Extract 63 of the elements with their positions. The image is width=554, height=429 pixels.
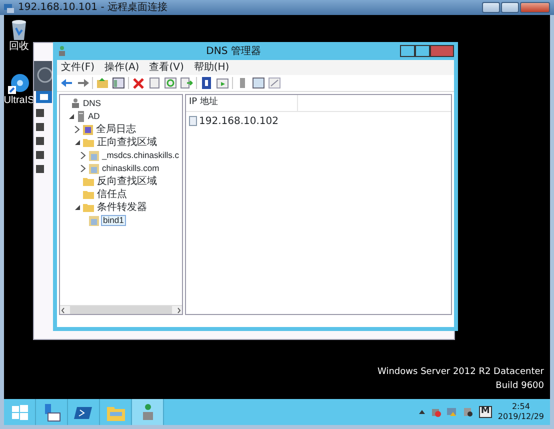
tree-item[interactable]: DNS — [82, 98, 102, 108]
os-version-text: Build 9600 — [496, 380, 544, 392]
clock[interactable]: 2:54 2019/12/29 — [498, 402, 544, 422]
input-method-indicator[interactable]: M — [478, 406, 492, 418]
dashboard-icon — [36, 91, 52, 103]
menu-item[interactable]: 帮助(H) — [194, 62, 230, 73]
minimize-button[interactable] — [400, 45, 415, 57]
dns-icon — [71, 98, 80, 109]
show-hidden-icon[interactable] — [418, 409, 425, 415]
windows-logo-icon — [10, 402, 30, 422]
tree-item[interactable]: _msdcs.chinaskills.c — [101, 150, 180, 160]
tree-item[interactable]: chinaskills.com — [101, 164, 160, 174]
maximize-button[interactable] — [415, 45, 430, 57]
window-title: DNS 管理器 — [206, 44, 261, 58]
icon-label: UltraIS — [4, 95, 34, 106]
tree-item[interactable]: 正向查找区域 — [96, 137, 158, 148]
tree-item[interactable]: 条件转发器 — [96, 202, 148, 213]
recycle-bin-icon — [9, 19, 29, 41]
tree-item[interactable]: bind1 — [101, 214, 126, 226]
menu-item[interactable]: 文件(F) — [61, 62, 95, 73]
server-icon — [77, 111, 85, 122]
clock-time: 2:54 — [512, 402, 530, 412]
record-icon — [189, 116, 197, 126]
clock-date: 2019/12/29 — [498, 412, 544, 422]
minimize-button[interactable] — [482, 2, 500, 13]
collapse-arrow-icon[interactable] — [74, 204, 81, 211]
icon-label: 回收 — [9, 41, 29, 52]
folder-icon — [83, 190, 94, 199]
folder-icon — [83, 177, 94, 186]
column-header[interactable]: IP 地址 — [186, 95, 298, 110]
zone-icon — [89, 216, 99, 226]
delete-icon[interactable] — [132, 77, 145, 89]
window-title: 192.168.10.101 - 远程桌面连接 — [18, 2, 168, 12]
forward-icon[interactable] — [76, 77, 89, 89]
tree-item[interactable]: 信任点 — [96, 189, 128, 200]
scroll-right-icon[interactable] — [176, 306, 182, 314]
tree-item[interactable]: 反向查找区域 — [96, 176, 158, 187]
horizontal-scrollbar[interactable] — [60, 305, 182, 314]
view-icon[interactable] — [216, 77, 229, 89]
maximize-button[interactable] — [501, 2, 519, 13]
scroll-left-icon[interactable] — [60, 306, 66, 314]
help-icon[interactable] — [200, 77, 213, 89]
menu-item[interactable]: 查看(V) — [149, 62, 184, 73]
menu-item[interactable]: 操作(A) — [104, 62, 140, 73]
os-version-text: Windows Server 2012 R2 Datacenter — [378, 366, 544, 379]
folder-icon — [83, 203, 94, 212]
log-icon — [83, 124, 93, 134]
folder-icon — [83, 138, 94, 147]
console-tree-icon[interactable] — [112, 77, 125, 89]
export-icon[interactable] — [180, 77, 193, 89]
tree-item[interactable]: AD — [87, 112, 101, 122]
close-button[interactable] — [520, 2, 550, 13]
dns-icon — [57, 45, 67, 57]
up-folder-icon[interactable] — [96, 77, 109, 89]
remote-desktop-icon — [4, 2, 14, 12]
collapse-arrow-icon[interactable] — [74, 139, 81, 146]
close-button[interactable] — [430, 45, 454, 57]
list-item[interactable]: 192.168.10.102 — [199, 114, 279, 128]
refresh-icon[interactable] — [164, 77, 177, 89]
disc-icon — [8, 73, 30, 95]
window-icon[interactable] — [252, 77, 265, 89]
collapse-arrow-icon[interactable] — [68, 113, 75, 120]
tree-item[interactable]: 全局日志 — [95, 124, 137, 135]
